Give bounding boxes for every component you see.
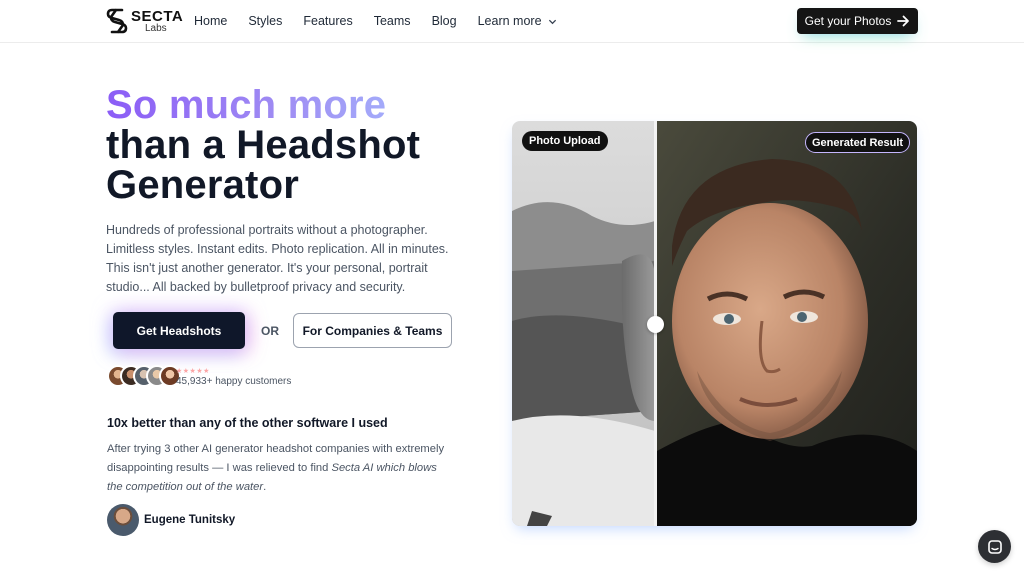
brand-name: SECTA: [131, 7, 184, 25]
get-headshots-button[interactable]: Get Headshots: [113, 312, 245, 349]
nav-learn-more[interactable]: Learn more: [478, 14, 557, 28]
nav-links: Home Styles Features Teams Blog Learn mo…: [194, 14, 578, 28]
testimonial-end: .: [263, 481, 267, 493]
companies-teams-button[interactable]: For Companies & Teams: [293, 313, 452, 348]
get-photos-button[interactable]: Get your Photos: [797, 8, 918, 34]
happy-customers-count: 45,933+ happy customers: [176, 376, 292, 387]
author-avatar: [107, 504, 139, 536]
top-navbar: SECTA Labs Home Styles Features Teams Bl…: [0, 0, 1024, 43]
testimonial-title: 10x better than any of the other softwar…: [107, 416, 388, 430]
hero-lead: Hundreds of professional portraits witho…: [106, 223, 449, 294]
hero-title: So much more than a Headshot Generator: [106, 85, 420, 205]
brand-sub: Labs: [145, 22, 167, 34]
nav-styles[interactable]: Styles: [248, 14, 282, 28]
hero-title-line2: than a Headshot: [106, 123, 421, 167]
testimonial-body: After trying 3 other AI generator headsh…: [107, 440, 452, 497]
hero-title-line3: Generator: [106, 163, 299, 207]
brand-logo[interactable]: SECTA Labs: [106, 7, 183, 35]
photo-upload-badge: Photo Upload: [522, 131, 608, 151]
nav-learn-more-label: Learn more: [477, 14, 542, 28]
brand-text: SECTA Labs: [131, 9, 183, 34]
arrow-right-icon: [897, 15, 910, 27]
hero-title-line1: So much more: [106, 85, 420, 125]
rating-stars: ★★★★★: [176, 368, 210, 375]
chevron-down-icon: [548, 19, 556, 24]
or-label: OR: [261, 324, 279, 338]
comparison-image: [512, 121, 917, 526]
nav-home[interactable]: Home: [194, 14, 227, 28]
chat-launcher-button[interactable]: [978, 530, 1011, 563]
chat-icon: [987, 539, 1002, 554]
nav-blog[interactable]: Blog: [432, 14, 457, 28]
before-after-comparison[interactable]: [512, 121, 917, 526]
generated-result-badge: Generated Result: [805, 132, 911, 153]
secta-logo-icon: [106, 8, 128, 34]
customer-avatars: [107, 365, 181, 387]
get-photos-label: Get your Photos: [804, 14, 892, 28]
nav-teams[interactable]: Teams: [374, 14, 411, 28]
author-name: Eugene Tunitsky: [144, 514, 236, 526]
comparison-slider-handle[interactable]: [647, 316, 664, 333]
nav-features[interactable]: Features: [303, 14, 352, 28]
